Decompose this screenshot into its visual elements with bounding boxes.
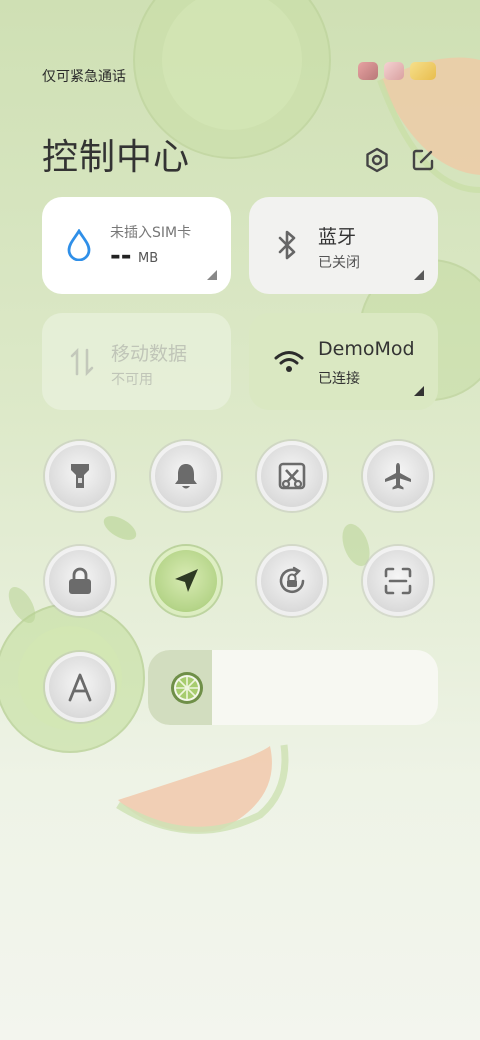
edit-button[interactable] [407, 144, 439, 176]
expand-corner [207, 270, 217, 280]
brightness-lime-icon [171, 672, 203, 704]
bunny-icon [384, 62, 404, 80]
rotation-lock-toggle[interactable] [257, 546, 327, 616]
brightness-slider[interactable] [148, 650, 438, 725]
bluetooth-tile[interactable]: 蓝牙 已关闭 [249, 197, 438, 294]
location-icon [175, 569, 198, 592]
silent-toggle[interactable] [151, 441, 221, 511]
data-usage-tile[interactable]: 未插入SIM卡 -- MB [42, 197, 231, 294]
bluetooth-icon [278, 230, 296, 260]
edit-icon [412, 149, 434, 171]
expand-corner [414, 270, 424, 280]
status-bar-carrier: 仅可紧急通话 [42, 69, 126, 85]
wifi-status: 已连接 [318, 371, 360, 387]
wifi-tile[interactable]: DemoMod 已连接 [249, 313, 438, 410]
mobile-data-tile[interactable]: 移动数据 不可用 [42, 313, 231, 410]
flashlight-icon [71, 464, 89, 488]
expand-corner [414, 386, 424, 396]
font-icon [68, 673, 92, 702]
status-icons [358, 62, 436, 80]
data-usage-label: 未插入SIM卡 [110, 225, 192, 241]
water-drop-icon [67, 229, 91, 261]
settings-icon [366, 147, 388, 173]
airplane-toggle[interactable] [363, 441, 433, 511]
lock-screen-toggle[interactable] [45, 546, 115, 616]
rotation-lock-icon [279, 566, 305, 594]
lock-icon [69, 567, 91, 594]
scan-toggle[interactable] [363, 546, 433, 616]
flashlight-toggle[interactable] [45, 441, 115, 511]
duck-icon [410, 62, 436, 80]
wifi-network-name: DemoMod [318, 338, 415, 360]
data-usage-unit: MB [138, 251, 159, 266]
settings-button[interactable] [361, 144, 393, 176]
screenshot-toggle[interactable] [257, 441, 327, 511]
airplane-icon [385, 463, 411, 490]
mobile-data-status: 不可用 [111, 372, 153, 388]
bluetooth-status: 已关闭 [318, 255, 360, 271]
data-usage-value: -- [110, 241, 132, 271]
shop-icon [358, 62, 378, 80]
scan-icon [384, 567, 412, 595]
screenshot-icon [278, 462, 306, 490]
mobile-data-icon [70, 347, 94, 377]
font-toggle[interactable] [45, 652, 115, 722]
bluetooth-label: 蓝牙 [318, 226, 357, 248]
location-toggle[interactable] [151, 546, 221, 616]
bell-icon [175, 464, 197, 489]
wifi-icon [274, 351, 304, 372]
page-title: 控制中心 [42, 137, 191, 178]
mobile-data-label: 移动数据 [111, 343, 188, 365]
